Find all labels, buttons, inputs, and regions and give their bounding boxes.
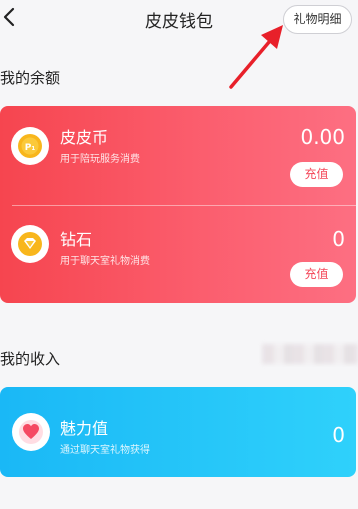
pi-coin-icon: P₁ [11,127,49,165]
heart-icon [12,413,50,451]
balance-section-title: 我的余额 [0,69,61,87]
diamond-name: 钻石 [60,230,93,249]
blurred-content [262,344,358,364]
charm-value: 0 [332,423,345,447]
divider [12,205,356,206]
income-section-title: 我的收入 [0,350,61,368]
charm-name: 魅力值 [60,419,109,438]
annotation-arrow-icon [229,25,283,89]
pi-coin-desc: 用于陪玩服务消费 [60,154,140,165]
charm-desc: 通过聊天室礼物获得 [60,445,150,456]
pi-coin-value: 0.00 [300,125,345,149]
diamond-value: 0 [332,227,345,251]
pi-coin-name: 皮皮币 [60,128,109,147]
income-card [0,387,356,477]
recharge-diamond-button[interactable]: 充值 [290,262,343,287]
diamond-desc: 用于聊天室礼物消费 [60,256,150,267]
diamond-icon [11,225,49,263]
recharge-pi-coin-button[interactable]: 充值 [290,162,343,187]
svg-text:P₁: P₁ [25,143,36,153]
